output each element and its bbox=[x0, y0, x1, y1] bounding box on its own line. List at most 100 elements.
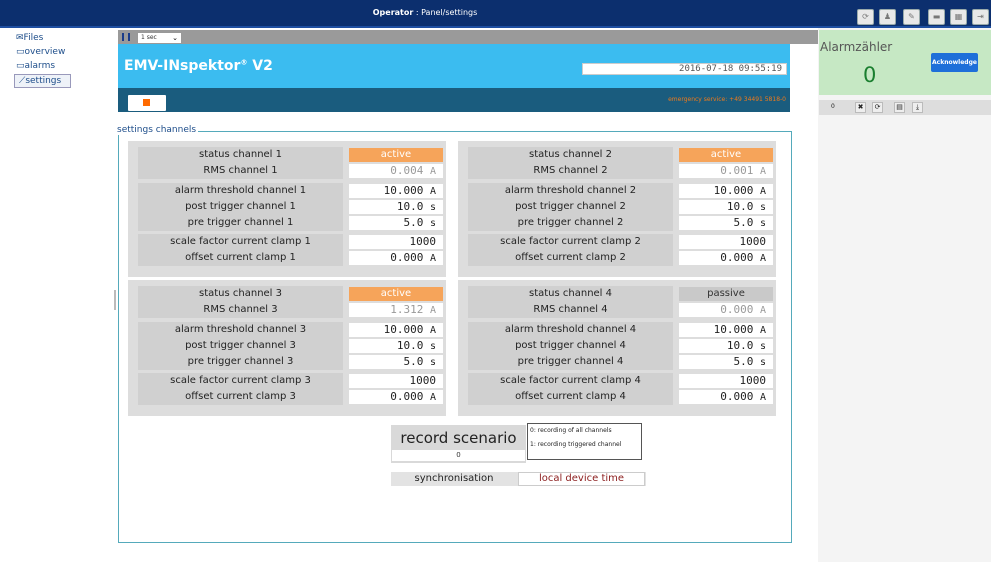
status-value[interactable]: active bbox=[679, 148, 773, 162]
threshold-value[interactable]: 10.000 A bbox=[679, 184, 773, 198]
post-label: post trigger channel 1 bbox=[138, 199, 343, 215]
unit-label: s bbox=[759, 202, 766, 213]
pre-value[interactable]: 5.0 s bbox=[679, 216, 773, 230]
stop-icon bbox=[143, 99, 150, 106]
offset-value[interactable]: 0.000 A bbox=[349, 390, 443, 404]
delete-icon[interactable]: ▤ bbox=[894, 102, 905, 113]
splitter-handle[interactable] bbox=[114, 290, 116, 310]
rms-number: 0.001 bbox=[720, 164, 754, 177]
interval-select[interactable]: 1 sec ⌄ bbox=[137, 32, 182, 44]
status-label: status channel 1 bbox=[138, 147, 343, 163]
sidebar-item-overview[interactable]: ▭overview bbox=[16, 46, 65, 58]
unit-label: s bbox=[429, 341, 436, 352]
top-bar: Operator : Panel/settings ⟳ ♟ ✎ ▬ ▦ ⇥ bbox=[0, 0, 991, 28]
unit-label: A bbox=[429, 186, 436, 197]
user-icon[interactable]: ♟ bbox=[879, 9, 896, 25]
unit-label: s bbox=[429, 357, 436, 368]
file-icon: ✉ bbox=[16, 33, 24, 43]
scale-value[interactable]: 1000 bbox=[349, 235, 443, 249]
scale-value[interactable]: 1000 bbox=[679, 374, 773, 388]
threshold-value[interactable]: 10.000 A bbox=[349, 323, 443, 337]
threshold-value[interactable]: 10.000 A bbox=[349, 184, 443, 198]
record-scenario-legend: 0: recording of all channels 1: recordin… bbox=[527, 423, 642, 460]
threshold-number: 10.000 bbox=[713, 323, 754, 336]
status-label: status channel 4 bbox=[468, 286, 673, 302]
offset-number: 0.000 bbox=[390, 390, 424, 403]
threshold-label: alarm threshold channel 2 bbox=[468, 183, 673, 199]
status-value[interactable]: active bbox=[349, 287, 443, 301]
unit-label: A bbox=[759, 186, 766, 197]
threshold-label: alarm threshold channel 4 bbox=[468, 322, 673, 338]
pre-number: 5.0 bbox=[403, 216, 424, 229]
status-value[interactable]: passive bbox=[679, 287, 773, 301]
channel-3-box: status channel 3 active RMS channel 3 1.312… bbox=[128, 280, 446, 416]
pre-value[interactable]: 5.0 s bbox=[679, 355, 773, 369]
post-value[interactable]: 10.0 s bbox=[679, 339, 773, 353]
pre-value[interactable]: 5.0 s bbox=[349, 355, 443, 369]
offset-value[interactable]: 0.000 A bbox=[679, 251, 773, 265]
sidebar-item-files[interactable]: ✉Files bbox=[16, 32, 43, 44]
datetime-display: 2016-07-18 09:55:19 bbox=[582, 63, 787, 75]
pre-label: pre trigger channel 4 bbox=[468, 354, 673, 370]
pause-icon[interactable] bbox=[122, 33, 130, 41]
unit-label: s bbox=[429, 202, 436, 213]
sidebar-item-settings[interactable]: ⟋settings bbox=[14, 74, 71, 88]
unit-label: A bbox=[429, 305, 436, 316]
pre-value[interactable]: 5.0 s bbox=[349, 216, 443, 230]
flag-gb-icon[interactable]: ▦ bbox=[950, 9, 967, 25]
emergency-contact: emergency service: +49 34491 5818-0 bbox=[668, 96, 786, 103]
scale-value[interactable]: 1000 bbox=[349, 374, 443, 388]
threshold-number: 10.000 bbox=[713, 184, 754, 197]
scale-number: 1000 bbox=[739, 374, 767, 387]
rms-number: 0.004 bbox=[390, 164, 424, 177]
rms-label: RMS channel 1 bbox=[138, 163, 343, 179]
offset-number: 0.000 bbox=[720, 251, 754, 264]
post-value[interactable]: 10.0 s bbox=[349, 339, 443, 353]
status-label: status channel 2 bbox=[468, 147, 673, 163]
offset-label: offset current clamp 3 bbox=[138, 389, 343, 405]
scale-value[interactable]: 1000 bbox=[679, 235, 773, 249]
acknowledge-button[interactable]: Acknowledge bbox=[931, 53, 978, 72]
unit-label: s bbox=[429, 218, 436, 229]
post-value[interactable]: 10.0 s bbox=[349, 200, 443, 214]
threshold-label: alarm threshold channel 1 bbox=[138, 183, 343, 199]
post-value[interactable]: 10.0 s bbox=[679, 200, 773, 214]
channel-4-box: status channel 4 passive RMS channel 4 0.00… bbox=[458, 280, 776, 416]
offset-value[interactable]: 0.000 A bbox=[349, 251, 443, 265]
post-number: 10.0 bbox=[726, 200, 754, 213]
post-number: 10.0 bbox=[396, 339, 424, 352]
record-scenario: record scenario 0 bbox=[391, 425, 526, 463]
app-banner: EMV-INspektor® V2 2016-07-18 09:55:19 bbox=[118, 44, 790, 88]
wrench-icon[interactable]: ✎ bbox=[903, 9, 920, 25]
offset-number: 0.000 bbox=[390, 251, 424, 264]
offset-label: offset current clamp 4 bbox=[468, 389, 673, 405]
post-number: 10.0 bbox=[726, 339, 754, 352]
unit-label: A bbox=[759, 166, 766, 177]
refresh-icon[interactable]: ⟳ bbox=[857, 9, 874, 25]
refresh-icon[interactable]: ⟳ bbox=[872, 102, 883, 113]
synchronisation-select[interactable]: local device time bbox=[518, 472, 645, 486]
status-value[interactable]: active bbox=[349, 148, 443, 162]
folder-icon: ▭ bbox=[16, 47, 25, 57]
threshold-number: 10.000 bbox=[383, 184, 424, 197]
channel-1-box: status channel 1 active RMS channel 1 0.004… bbox=[128, 141, 446, 277]
sidebar-item-alarms[interactable]: ▭alarms bbox=[16, 60, 55, 72]
post-label: post trigger channel 2 bbox=[468, 199, 673, 215]
download-icon[interactable]: ⤓ bbox=[912, 102, 923, 113]
window-title: Operator : Panel/settings bbox=[372, 8, 478, 17]
offset-value[interactable]: 0.000 A bbox=[679, 390, 773, 404]
close-icon[interactable]: ✖ bbox=[855, 102, 866, 113]
record-scenario-input[interactable]: 0 bbox=[392, 450, 525, 461]
threshold-value[interactable]: 10.000 A bbox=[679, 323, 773, 337]
threshold-label: alarm threshold channel 3 bbox=[138, 322, 343, 338]
scale-number: 1000 bbox=[739, 235, 767, 248]
logout-icon[interactable]: ⇥ bbox=[972, 9, 989, 25]
stop-button[interactable] bbox=[128, 95, 166, 111]
alarm-count: 0 bbox=[863, 63, 877, 87]
chevron-down-icon: ⌄ bbox=[172, 34, 178, 42]
scale-number: 1000 bbox=[409, 374, 437, 387]
rms-label: RMS channel 4 bbox=[468, 302, 673, 318]
flag-de-icon[interactable]: ▬ bbox=[928, 9, 945, 25]
synchronisation-row: synchronisation local device time bbox=[391, 472, 646, 486]
rms-label: RMS channel 3 bbox=[138, 302, 343, 318]
